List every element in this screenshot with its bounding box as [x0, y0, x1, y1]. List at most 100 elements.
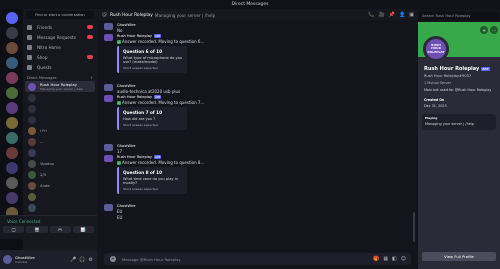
user-profile-toggle-icon[interactable]: ▣: [409, 12, 414, 18]
pin-icon[interactable]: 📌: [389, 12, 395, 18]
message-avatar[interactable]: [104, 34, 113, 41]
server-icon[interactable]: [5, 27, 18, 39]
message-author[interactable]: GhostWire: [117, 144, 136, 148]
checkmark-icon: ✓: [117, 101, 121, 105]
notification-badge: [87, 25, 93, 29]
server-icon[interactable]: [5, 177, 18, 189]
dm-text: Rush Hour Roleplay Managing your server |…: [40, 82, 83, 91]
gift-icon[interactable]: 🎁: [373, 256, 379, 262]
user-avatar[interactable]: [3, 255, 12, 264]
dm-item[interactable]: [25, 147, 95, 158]
dm-text: Voodoo: [40, 161, 54, 166]
dm-avatar: [28, 181, 36, 190]
server-icon[interactable]: [5, 87, 18, 99]
video-call-icon[interactable]: 🎥: [379, 12, 385, 18]
dm-item[interactable]: Rush Hour Roleplay Managing your server |…: [25, 81, 95, 92]
sidebar-nav-item[interactable]: Shop: [23, 52, 97, 62]
soundboard-icon[interactable]: 📊: [72, 226, 94, 233]
server-icon[interactable]: [5, 192, 18, 204]
dm-item[interactable]: [25, 202, 95, 213]
question-embed: Question 7 of 10 How old are you ? Short a…: [117, 107, 187, 130]
message-content: No: [117, 28, 123, 33]
message-avatar[interactable]: [104, 84, 113, 91]
dm-item[interactable]: Ande: [25, 180, 95, 191]
dm-item[interactable]: [25, 114, 95, 125]
voice-panel: Voice Connected 🖵 🖥 🎮 📊: [0, 215, 97, 239]
server-icon[interactable]: [5, 147, 18, 159]
message-avatar[interactable]: [104, 144, 113, 151]
message-text: ✓ Answer recorded. Moving to question 6…: [117, 39, 407, 44]
add-friend-small-icon[interactable]: +: [480, 26, 488, 34]
add-friend-icon[interactable]: 👤: [399, 12, 405, 18]
profile-avatar[interactable]: RUSH HOUR ROLEPLAY: [423, 36, 449, 62]
sidebar-nav-item[interactable]: Message Requests: [23, 32, 97, 42]
checkmark-icon: ✓: [117, 40, 121, 44]
checkmark-icon: ✓: [117, 161, 121, 165]
gif-icon[interactable]: ▦: [383, 256, 388, 262]
sidebar-nav-item[interactable]: Friends: [23, 22, 97, 32]
sticker-icon[interactable]: ◧: [392, 256, 397, 262]
dm-item[interactable]: i Fri: [25, 125, 95, 136]
server-icon[interactable]: [5, 132, 18, 144]
deafen-headphones-icon[interactable]: 🎧: [79, 257, 85, 263]
dm-item[interactable]: 2/5: [25, 169, 95, 180]
message-avatar[interactable]: [104, 23, 113, 30]
camera-icon[interactable]: 🖵: [3, 226, 25, 233]
dm-item[interactable]: [25, 191, 95, 202]
dm-item[interactable]: [25, 92, 95, 103]
message-author[interactable]: Rush Hour Roleplay: [117, 34, 152, 38]
nav-item-icon: [27, 54, 32, 60]
dm-text: ...: [40, 139, 44, 144]
discord-home-icon[interactable]: [5, 12, 18, 24]
dm-text: 2/5: [40, 172, 46, 177]
dm-item[interactable]: [25, 103, 95, 114]
sidebar-nav-item[interactable]: Nitro Home: [23, 42, 97, 52]
dm-avatar: [28, 159, 36, 168]
message-content: Answer recorded. Moving to question 8…: [122, 160, 205, 165]
dm-subtitle: Managing your server | /help: [40, 87, 84, 91]
chat-recipient-name: Rush Hour Roleplay: [110, 12, 153, 18]
server-icon[interactable]: [5, 57, 18, 69]
message-avatar[interactable]: [104, 95, 113, 102]
server-icon[interactable]: [5, 117, 18, 129]
more-options-icon[interactable]: ⋯: [490, 26, 498, 34]
message-avatar[interactable]: [104, 155, 113, 162]
server-icon[interactable]: [5, 162, 18, 174]
add-attachment-icon[interactable]: +: [110, 256, 116, 262]
message-author[interactable]: GhostWire: [117, 84, 136, 88]
sidebar-nav-item[interactable]: Quests: [23, 62, 97, 72]
message-author[interactable]: Rush Hour Roleplay: [117, 155, 152, 159]
app-badge: APP: [481, 66, 490, 71]
screen-share-icon[interactable]: 🖥: [26, 226, 48, 233]
profile-name-text: Rush Hour Roleplay: [424, 66, 480, 72]
dm-avatar: [28, 137, 36, 146]
mutual-servers-link[interactable]: 1 Mutual Server: [424, 81, 451, 85]
embed-question: What type of microphone do you use? (mak…: [123, 56, 183, 64]
message-scrollbar[interactable]: [413, 212, 415, 242]
chat-recipient-status: Managing your server | /help: [154, 12, 216, 18]
add-dm-icon[interactable]: +: [90, 76, 93, 80]
activity-icon[interactable]: 🎮: [49, 226, 71, 233]
message-composer[interactable]: + Message @Rush Hour Roleplay 🎁 ▦ ◧ ☺: [104, 253, 411, 265]
chat-search-input[interactable]: Search Rush Hour Roleplay: [418, 12, 498, 20]
message-avatar[interactable]: [104, 204, 113, 211]
mute-microphone-icon[interactable]: 🎤: [70, 257, 76, 263]
find-conversation-button[interactable]: Find or start a conversation: [26, 11, 94, 19]
emoji-icon[interactable]: ☺: [401, 256, 406, 262]
dm-text: Ande: [40, 183, 50, 188]
server-icon[interactable]: [5, 102, 18, 114]
dm-name: Voodoo: [40, 161, 55, 166]
message-author[interactable]: GhostWire: [117, 204, 136, 208]
settings-gear-icon[interactable]: ⚙: [89, 257, 93, 263]
phone-call-icon[interactable]: 📞: [368, 12, 374, 18]
message-author[interactable]: GhostWire: [117, 23, 136, 27]
dm-item[interactable]: ...: [25, 136, 95, 147]
embed-title: Question 8 of 10: [123, 170, 162, 175]
server-icon[interactable]: [5, 42, 18, 54]
dm-name: i Fri: [40, 128, 47, 133]
message-author[interactable]: Rush Hour Roleplay: [117, 95, 152, 99]
view-full-profile-button[interactable]: View Full Profile: [422, 252, 496, 261]
server-icon[interactable]: [5, 72, 18, 84]
embed-footer: Short answer expected: [123, 66, 158, 70]
dm-item[interactable]: Voodoo: [25, 158, 95, 169]
